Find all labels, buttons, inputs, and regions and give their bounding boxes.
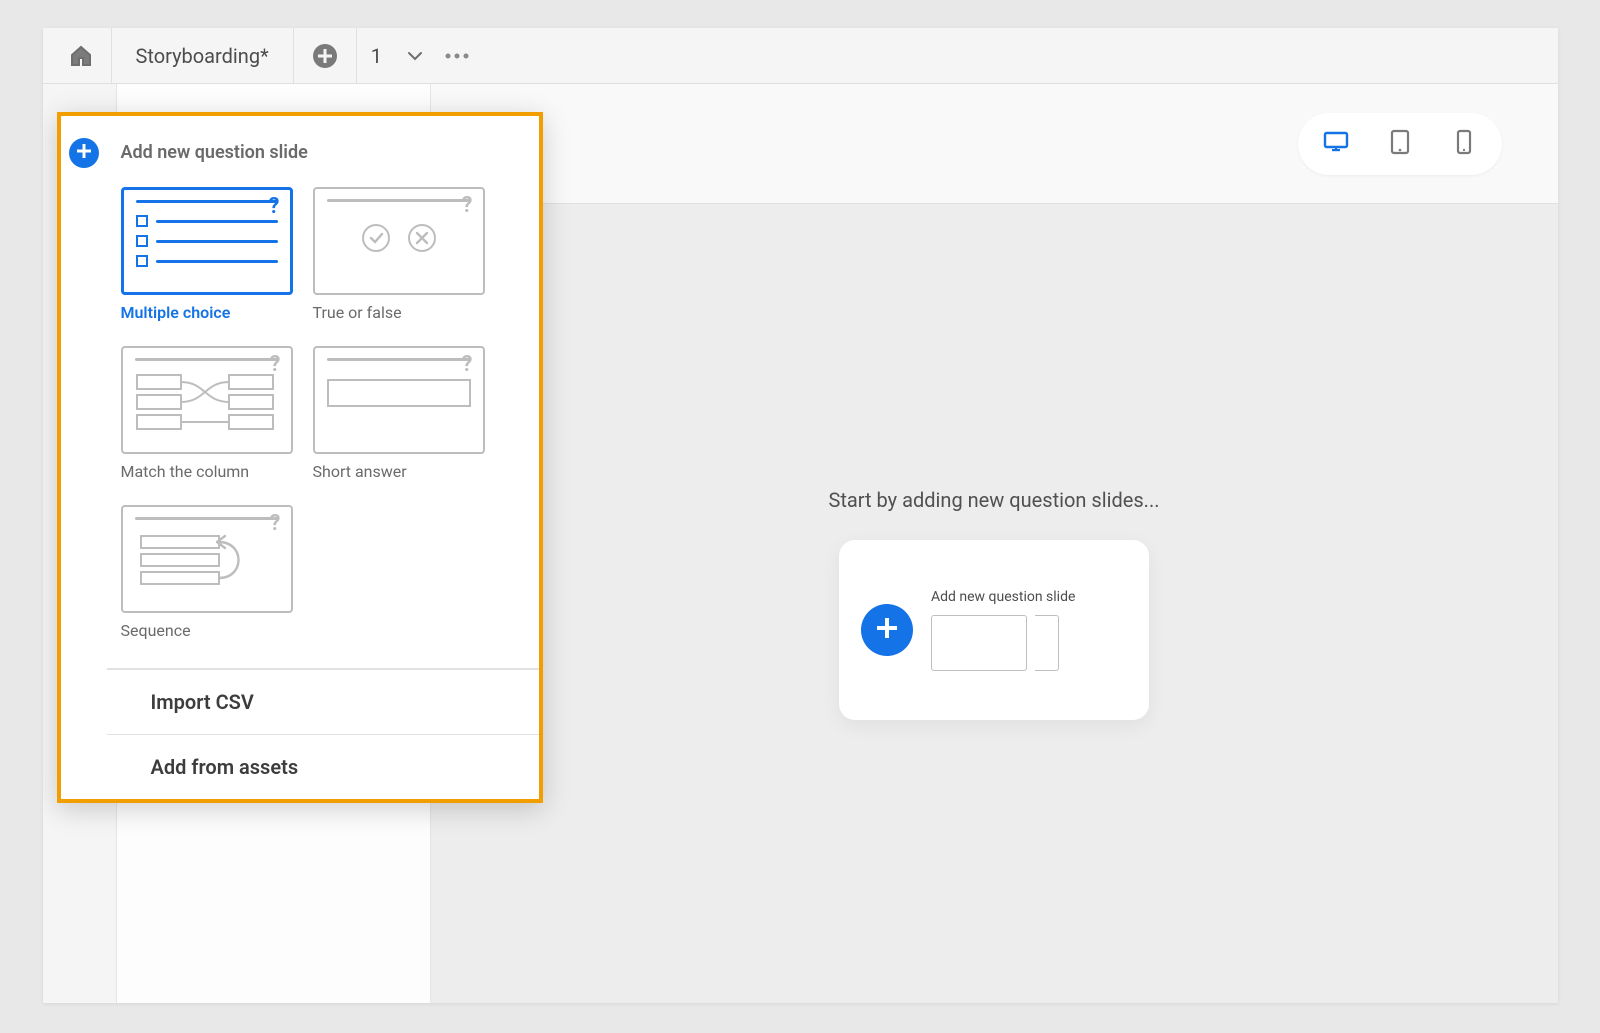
popover-content: Add new question slide ? Multiple choice — [107, 116, 539, 799]
add-question-popover: Add new question slide ? Multiple choice — [57, 112, 543, 803]
page-dropdown[interactable] — [396, 28, 434, 83]
popover-rail — [61, 116, 107, 799]
question-option-short-answer[interactable]: ? Short answer — [313, 346, 485, 481]
question-thumb-icon: ? — [313, 187, 485, 295]
empty-state-message: Start by adding new question slides... — [828, 488, 1159, 512]
empty-state-card: Add new question slide — [839, 540, 1149, 720]
question-option-true-false[interactable]: ? True or false — [313, 187, 485, 322]
question-mark-icon: ? — [462, 352, 473, 377]
mini-panel-title: Add new question slide — [931, 589, 1127, 605]
add-button[interactable] — [294, 28, 357, 83]
device-tablet-button[interactable] — [1382, 126, 1418, 162]
add-from-assets-button[interactable]: Add from assets — [107, 734, 539, 799]
mini-thumb — [931, 615, 1027, 671]
canvas-body: Start by adding new question slides... — [431, 204, 1558, 1003]
question-thumb-icon: ? — [121, 346, 293, 454]
more-menu[interactable] — [434, 28, 480, 83]
import-csv-button[interactable]: Import CSV — [107, 669, 539, 734]
plus-icon — [75, 142, 93, 164]
question-option-match-column[interactable]: ? — [121, 346, 293, 481]
question-mark-icon: ? — [269, 194, 280, 219]
home-button[interactable] — [51, 28, 112, 83]
project-title[interactable]: Storyboarding* — [112, 28, 294, 83]
chevron-down-icon — [406, 47, 424, 65]
popover-title: Add new question slide — [107, 116, 539, 169]
home-icon — [69, 44, 93, 68]
mini-thumbs — [931, 615, 1127, 671]
device-desktop-button[interactable] — [1318, 126, 1354, 162]
canvas-header — [431, 84, 1558, 204]
question-type-grid: ? Multiple choice ? — [107, 169, 539, 668]
question-thumb-icon: ? — [313, 346, 485, 454]
page-number[interactable]: 1 — [357, 28, 396, 83]
question-option-label: Match the column — [121, 462, 293, 481]
viewport: Storyboarding* 1 — [0, 0, 1600, 1033]
question-option-label: Sequence — [121, 621, 293, 640]
question-option-label: True or false — [313, 303, 485, 322]
question-mark-icon: ? — [270, 511, 281, 536]
device-phone-button[interactable] — [1446, 126, 1482, 162]
dots-horizontal-icon — [444, 52, 470, 60]
question-option-multiple-choice[interactable]: ? Multiple choice — [121, 187, 293, 322]
popover-actions: Import CSV Add from assets — [107, 668, 539, 799]
canvas-area: Start by adding new question slides... — [431, 84, 1558, 1003]
tablet-icon — [1389, 128, 1411, 160]
question-option-label: Multiple choice — [121, 303, 293, 322]
popover-plus-button[interactable] — [69, 138, 99, 168]
question-thumb-icon: ? — [121, 505, 293, 613]
plus-circle-icon — [312, 43, 338, 69]
desktop-icon — [1322, 128, 1350, 160]
app-shell: Storyboarding* 1 — [43, 28, 1558, 1003]
question-mark-icon: ? — [462, 193, 473, 218]
add-question-slide-button[interactable] — [861, 604, 913, 656]
mini-thumb — [1035, 615, 1059, 671]
x-circle-icon — [408, 224, 436, 252]
question-thumb-icon: ? — [121, 187, 293, 295]
plus-icon — [873, 614, 901, 646]
topbar: Storyboarding* 1 — [43, 28, 1558, 84]
device-switch — [1298, 113, 1502, 175]
question-option-label: Short answer — [313, 462, 485, 481]
phone-icon — [1455, 128, 1473, 160]
check-circle-icon — [362, 224, 390, 252]
question-mark-icon: ? — [270, 352, 281, 377]
mini-panel: Add new question slide — [931, 589, 1127, 671]
question-option-sequence[interactable]: ? Sequence — [121, 505, 293, 640]
